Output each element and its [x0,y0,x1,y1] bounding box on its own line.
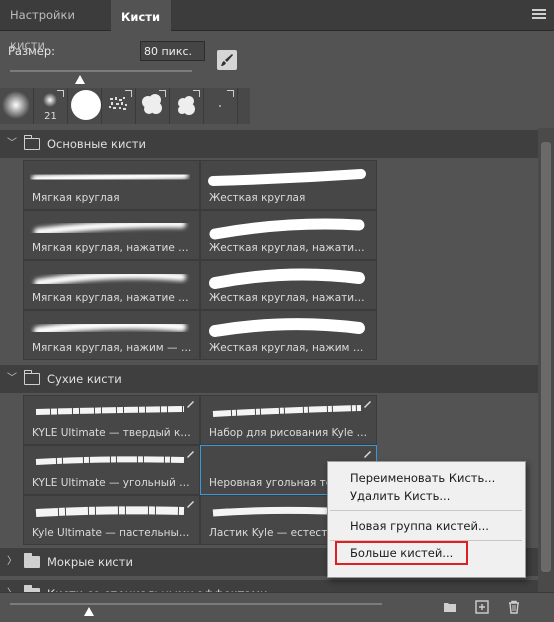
group-basic-brushes[interactable]: ﹀ Основные кисти [0,130,538,158]
preview-size-thumb[interactable] [84,607,94,616]
brush-name: Жесткая круглая, нажатие = ... [209,242,371,254]
size-slider-thumb[interactable] [75,75,85,84]
new-brush-icon[interactable] [475,600,489,614]
edit-icon [187,501,194,508]
group-name: Основные кисти [47,137,146,151]
menu-item-rename-brush[interactable]: Переименовать Кисть... [350,469,495,487]
folder-icon [23,553,40,568]
brush-tile[interactable]: Kyle Ultimate — пастельные к... [23,495,200,545]
brush-size-label: 21 [44,111,57,122]
edit-icon [364,401,371,408]
size-label: Размер: [8,44,56,58]
brush-tile[interactable]: Набор для рисования Kyle —... [200,395,377,445]
brush-tile[interactable]: Жесткая круглая, нажим — ма... [200,310,377,360]
brush-name: Мягкая круглая, нажатие = р... [32,242,194,254]
menu-item-delete-brush[interactable]: Удалить Кисть... [350,487,450,505]
brush-tile[interactable]: Мягкая круглая, нажатие = н... [23,260,200,310]
brush-tile[interactable]: KYLE Ultimate — твердый кар... [23,395,200,445]
highlight-box [335,541,468,565]
menu-item-new-brush-group[interactable]: Новая группа кистей... [350,517,489,535]
chevron-down-icon[interactable]: ﹀ [7,365,17,393]
brush-tile[interactable]: Мягкая круглая, нажатие = р... [23,210,200,260]
brush-name: Жесткая круглая [209,192,306,204]
folder-icon [23,370,40,385]
brush-name: Набор для рисования Kyle —... [209,427,371,439]
tab-brush-settings[interactable]: Настройки кисти [0,0,120,52]
edit-icon [187,401,194,408]
brush-name: Мягкая круглая [32,192,120,204]
brush-tile[interactable]: Жесткая круглая, нажатие = н... [200,260,377,310]
recent-brush[interactable] [136,88,170,124]
group-name: Мокрые кисти [47,555,133,569]
recent-brush[interactable] [102,88,136,124]
brushes-panel: Настройки кисти Кисти Размер: 21 [0,0,554,622]
brush-name: Мягкая круглая, нажим — ма... [32,342,194,354]
menu-separator [330,510,522,511]
brush-tile[interactable]: Мягкая круглая, нажим — ма... [23,310,200,360]
brush-tile[interactable]: Жесткая круглая, нажатие = ... [200,210,377,260]
brush-name: KYLE Ultimate — угольный ка... [32,477,194,489]
group-name: Сухие кисти [47,372,122,386]
brush-name: Мягкая круглая, нажатие = н... [32,292,194,304]
scrollbar[interactable] [538,128,554,592]
chevron-down-icon[interactable]: ﹀ [7,130,17,158]
brush-name: Жесткая круглая, нажим — ма... [209,342,371,354]
size-input[interactable] [140,41,205,61]
recent-brush[interactable] [0,88,34,124]
size-slider-track[interactable] [10,70,192,72]
recent-brush[interactable] [204,88,238,124]
brush-tile[interactable]: KYLE Ultimate — угольный ка... [23,445,200,495]
group-special-effects-brushes[interactable]: 〉 Кисти со специальными эффектами [0,580,538,592]
brush-preset-icon[interactable] [217,50,237,70]
brush-tile[interactable]: Мягкая круглая [23,160,200,210]
trash-icon[interactable] [507,600,521,614]
bottom-bar [0,592,554,622]
recent-brush[interactable] [170,88,204,124]
group-name: Кисти со специальными эффектами [47,580,268,592]
recent-brush[interactable]: 21 [34,88,68,124]
brush-name: Жесткая круглая, нажатие = н... [209,292,371,304]
scrollbar-thumb[interactable] [541,142,551,572]
brush-name: Kyle Ultimate — пастельные к... [32,527,194,539]
context-menu: Переименовать Кисть... Удалить Кисть... … [327,461,526,578]
group-dry-brushes[interactable]: ﹀ Сухие кисти [0,365,538,393]
recent-brushes: 21 [0,88,250,124]
folder-icon [23,135,40,150]
chevron-right-icon[interactable]: 〉 [7,548,17,576]
brush-tile[interactable]: Жесткая круглая [200,160,377,210]
menu-icon[interactable] [532,9,546,21]
folder-icon[interactable] [443,600,457,614]
edit-icon [364,451,371,458]
edit-icon [187,451,194,458]
brush-name: KYLE Ultimate — твердый кар... [32,427,194,439]
tab-bar: Настройки кисти Кисти [0,0,554,52]
chevron-right-icon[interactable]: 〉 [7,580,17,592]
recent-brush[interactable] [68,88,102,124]
preview-size-slider[interactable] [10,603,382,605]
tab-brushes[interactable]: Кисти [111,0,171,32]
